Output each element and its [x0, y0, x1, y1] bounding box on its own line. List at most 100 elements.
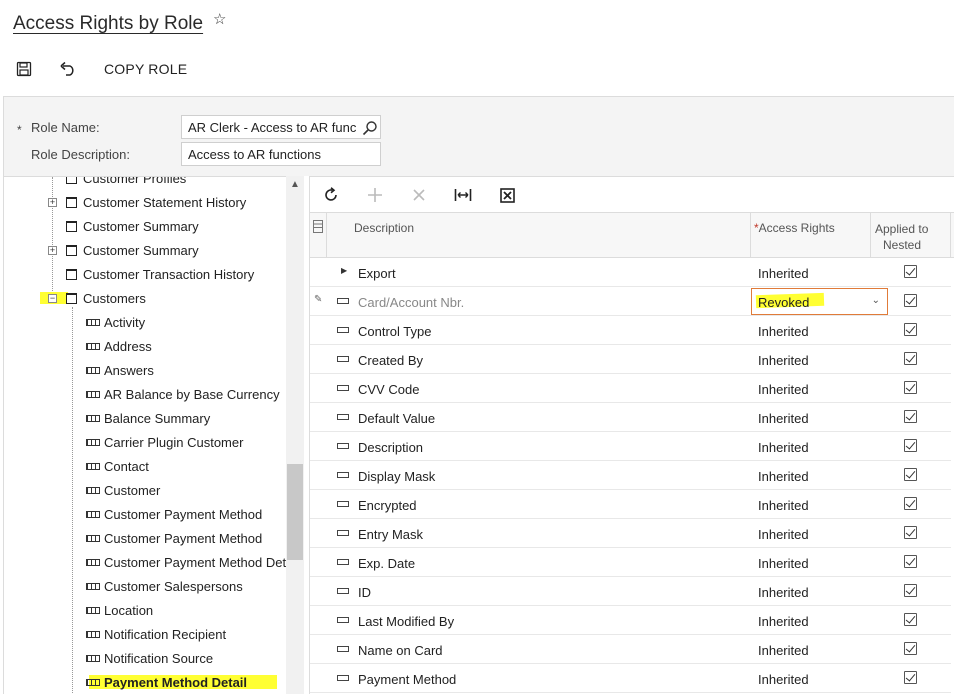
grid-row[interactable]: Exp. Date Inherited — [310, 548, 951, 577]
grid-row[interactable]: ▶ Export Inherited — [310, 258, 951, 287]
refresh-button[interactable] — [320, 184, 342, 206]
applied-to-nested-checkbox[interactable] — [904, 642, 917, 655]
applied-to-nested-checkbox[interactable] — [904, 265, 917, 278]
tree-item[interactable]: Address — [86, 334, 152, 358]
tree-item[interactable]: Customer Payment Method Det — [86, 550, 286, 574]
access-rights-value[interactable]: Inherited — [758, 585, 809, 600]
row-selector[interactable] — [310, 548, 326, 576]
tree-scrollbar[interactable]: ▲ — [286, 176, 304, 694]
applied-to-nested-checkbox[interactable] — [904, 381, 917, 394]
grid-row[interactable]: Payment Method Inherited — [310, 664, 951, 693]
row-selector[interactable] — [310, 403, 326, 431]
chevron-down-icon[interactable]: ⌄ — [872, 295, 880, 306]
favorite-star-icon[interactable]: ☆ — [213, 10, 226, 28]
scrollbar-thumb[interactable] — [287, 464, 303, 560]
column-header-access-rights[interactable]: *Access Rights — [754, 221, 835, 235]
grid-row[interactable]: Control Type Inherited — [310, 316, 951, 345]
tree-item[interactable]: Answers — [86, 358, 154, 382]
row-selector[interactable] — [310, 635, 326, 663]
expand-icon[interactable]: + — [48, 198, 57, 207]
tree-item[interactable]: Customer Payment Method — [86, 526, 262, 550]
row-selector[interactable] — [310, 432, 326, 460]
tree-item[interactable]: Customer Summary — [66, 238, 199, 262]
tree-item[interactable]: Customer Profiles — [66, 177, 186, 190]
access-rights-select[interactable]: Revoked ⌄ — [751, 288, 888, 315]
applied-to-nested-checkbox[interactable] — [904, 468, 917, 481]
grid-row[interactable]: CVV Code Inherited — [310, 374, 951, 403]
applied-to-nested-checkbox[interactable] — [904, 584, 917, 597]
grid-row[interactable]: Name on Card Inherited — [310, 635, 951, 664]
fit-columns-button[interactable] — [452, 184, 474, 206]
expand-caret-icon[interactable]: ▶ — [341, 266, 347, 275]
grid-row[interactable]: Last Modified By Inherited — [310, 606, 951, 635]
access-rights-value[interactable]: Inherited — [758, 527, 809, 542]
applied-to-nested-checkbox[interactable] — [904, 613, 917, 626]
applied-to-nested-checkbox[interactable] — [904, 352, 917, 365]
row-selector[interactable] — [310, 490, 326, 518]
grid-row[interactable]: Created By Inherited — [310, 345, 951, 374]
role-name-input[interactable] — [181, 115, 381, 139]
tree-item[interactable]: Customer Summary — [66, 214, 199, 238]
access-rights-value[interactable]: Inherited — [758, 266, 809, 281]
tree-item[interactable]: Contact — [86, 454, 149, 478]
row-selector[interactable] — [310, 461, 326, 489]
grid-row[interactable]: Entry Mask Inherited — [310, 519, 951, 548]
tree-item[interactable]: Payment Method Detail — [86, 670, 247, 694]
access-rights-value[interactable]: Inherited — [758, 469, 809, 484]
access-rights-value[interactable]: Inherited — [758, 643, 809, 658]
add-row-button[interactable] — [364, 184, 386, 206]
save-button[interactable] — [16, 56, 32, 82]
applied-to-nested-checkbox[interactable] — [904, 294, 917, 307]
applied-to-nested-checkbox[interactable] — [904, 555, 917, 568]
applied-to-nested-checkbox[interactable] — [904, 671, 917, 684]
scroll-up-arrow-icon[interactable]: ▲ — [290, 179, 300, 190]
tree-item[interactable]: Customer — [86, 478, 160, 502]
tree-item[interactable]: Notification Recipient — [86, 622, 226, 646]
tree-item[interactable]: Carrier Plugin Customer — [86, 430, 243, 454]
row-selector[interactable] — [310, 606, 326, 634]
tree-item[interactable]: Customer Salespersons — [86, 574, 243, 598]
tree-item[interactable]: Location — [86, 598, 153, 622]
access-rights-value[interactable]: Inherited — [758, 353, 809, 368]
grid-row[interactable]: ID Inherited — [310, 577, 951, 606]
undo-button[interactable] — [59, 56, 77, 82]
access-rights-value[interactable]: Inherited — [758, 614, 809, 629]
applied-to-nested-checkbox[interactable] — [904, 323, 917, 336]
delete-row-button[interactable] — [408, 184, 430, 206]
applied-to-nested-checkbox[interactable] — [904, 410, 917, 423]
tree-item[interactable]: Balance Summary — [86, 406, 210, 430]
collapse-icon[interactable]: − — [48, 294, 57, 303]
access-rights-value[interactable]: Inherited — [758, 556, 809, 571]
row-selector[interactable] — [310, 519, 326, 547]
access-rights-value[interactable]: Inherited — [758, 672, 809, 687]
copy-role-button[interactable]: COPY ROLE — [104, 56, 187, 82]
grid-row[interactable]: Display Mask Inherited — [310, 461, 951, 490]
search-icon[interactable] — [362, 120, 378, 136]
tree-item[interactable]: Customer Statement History — [66, 190, 246, 214]
column-settings-icon[interactable] — [313, 220, 323, 233]
applied-to-nested-checkbox[interactable] — [904, 497, 917, 510]
grid-row[interactable]: Description Inherited — [310, 432, 951, 461]
row-selector[interactable] — [310, 258, 326, 286]
row-selector[interactable] — [310, 345, 326, 373]
row-selector[interactable] — [310, 577, 326, 605]
tree-item[interactable]: AR Balance by Base Currency — [86, 382, 280, 406]
column-header-description[interactable]: Description — [354, 221, 414, 235]
row-selector[interactable] — [310, 374, 326, 402]
tree-item[interactable]: Notification Source — [86, 646, 213, 670]
row-selector[interactable] — [310, 664, 326, 692]
column-header-applied-to-nested[interactable]: Applied to Nested — [875, 221, 928, 253]
tree-item[interactable]: Activity — [86, 310, 145, 334]
role-description-input[interactable] — [181, 142, 381, 166]
tree-item[interactable]: Customer Transaction History — [66, 262, 254, 286]
applied-to-nested-checkbox[interactable] — [904, 439, 917, 452]
tree-item[interactable]: Customers — [66, 286, 146, 310]
expand-icon[interactable]: + — [48, 246, 57, 255]
grid-row[interactable]: Encrypted Inherited — [310, 490, 951, 519]
row-selector[interactable] — [310, 316, 326, 344]
access-rights-value[interactable]: Inherited — [758, 440, 809, 455]
tree-item[interactable]: Customer Payment Method — [86, 502, 262, 526]
access-rights-value[interactable]: Inherited — [758, 382, 809, 397]
applied-to-nested-checkbox[interactable] — [904, 526, 917, 539]
grid-row[interactable]: Default Value Inherited — [310, 403, 951, 432]
